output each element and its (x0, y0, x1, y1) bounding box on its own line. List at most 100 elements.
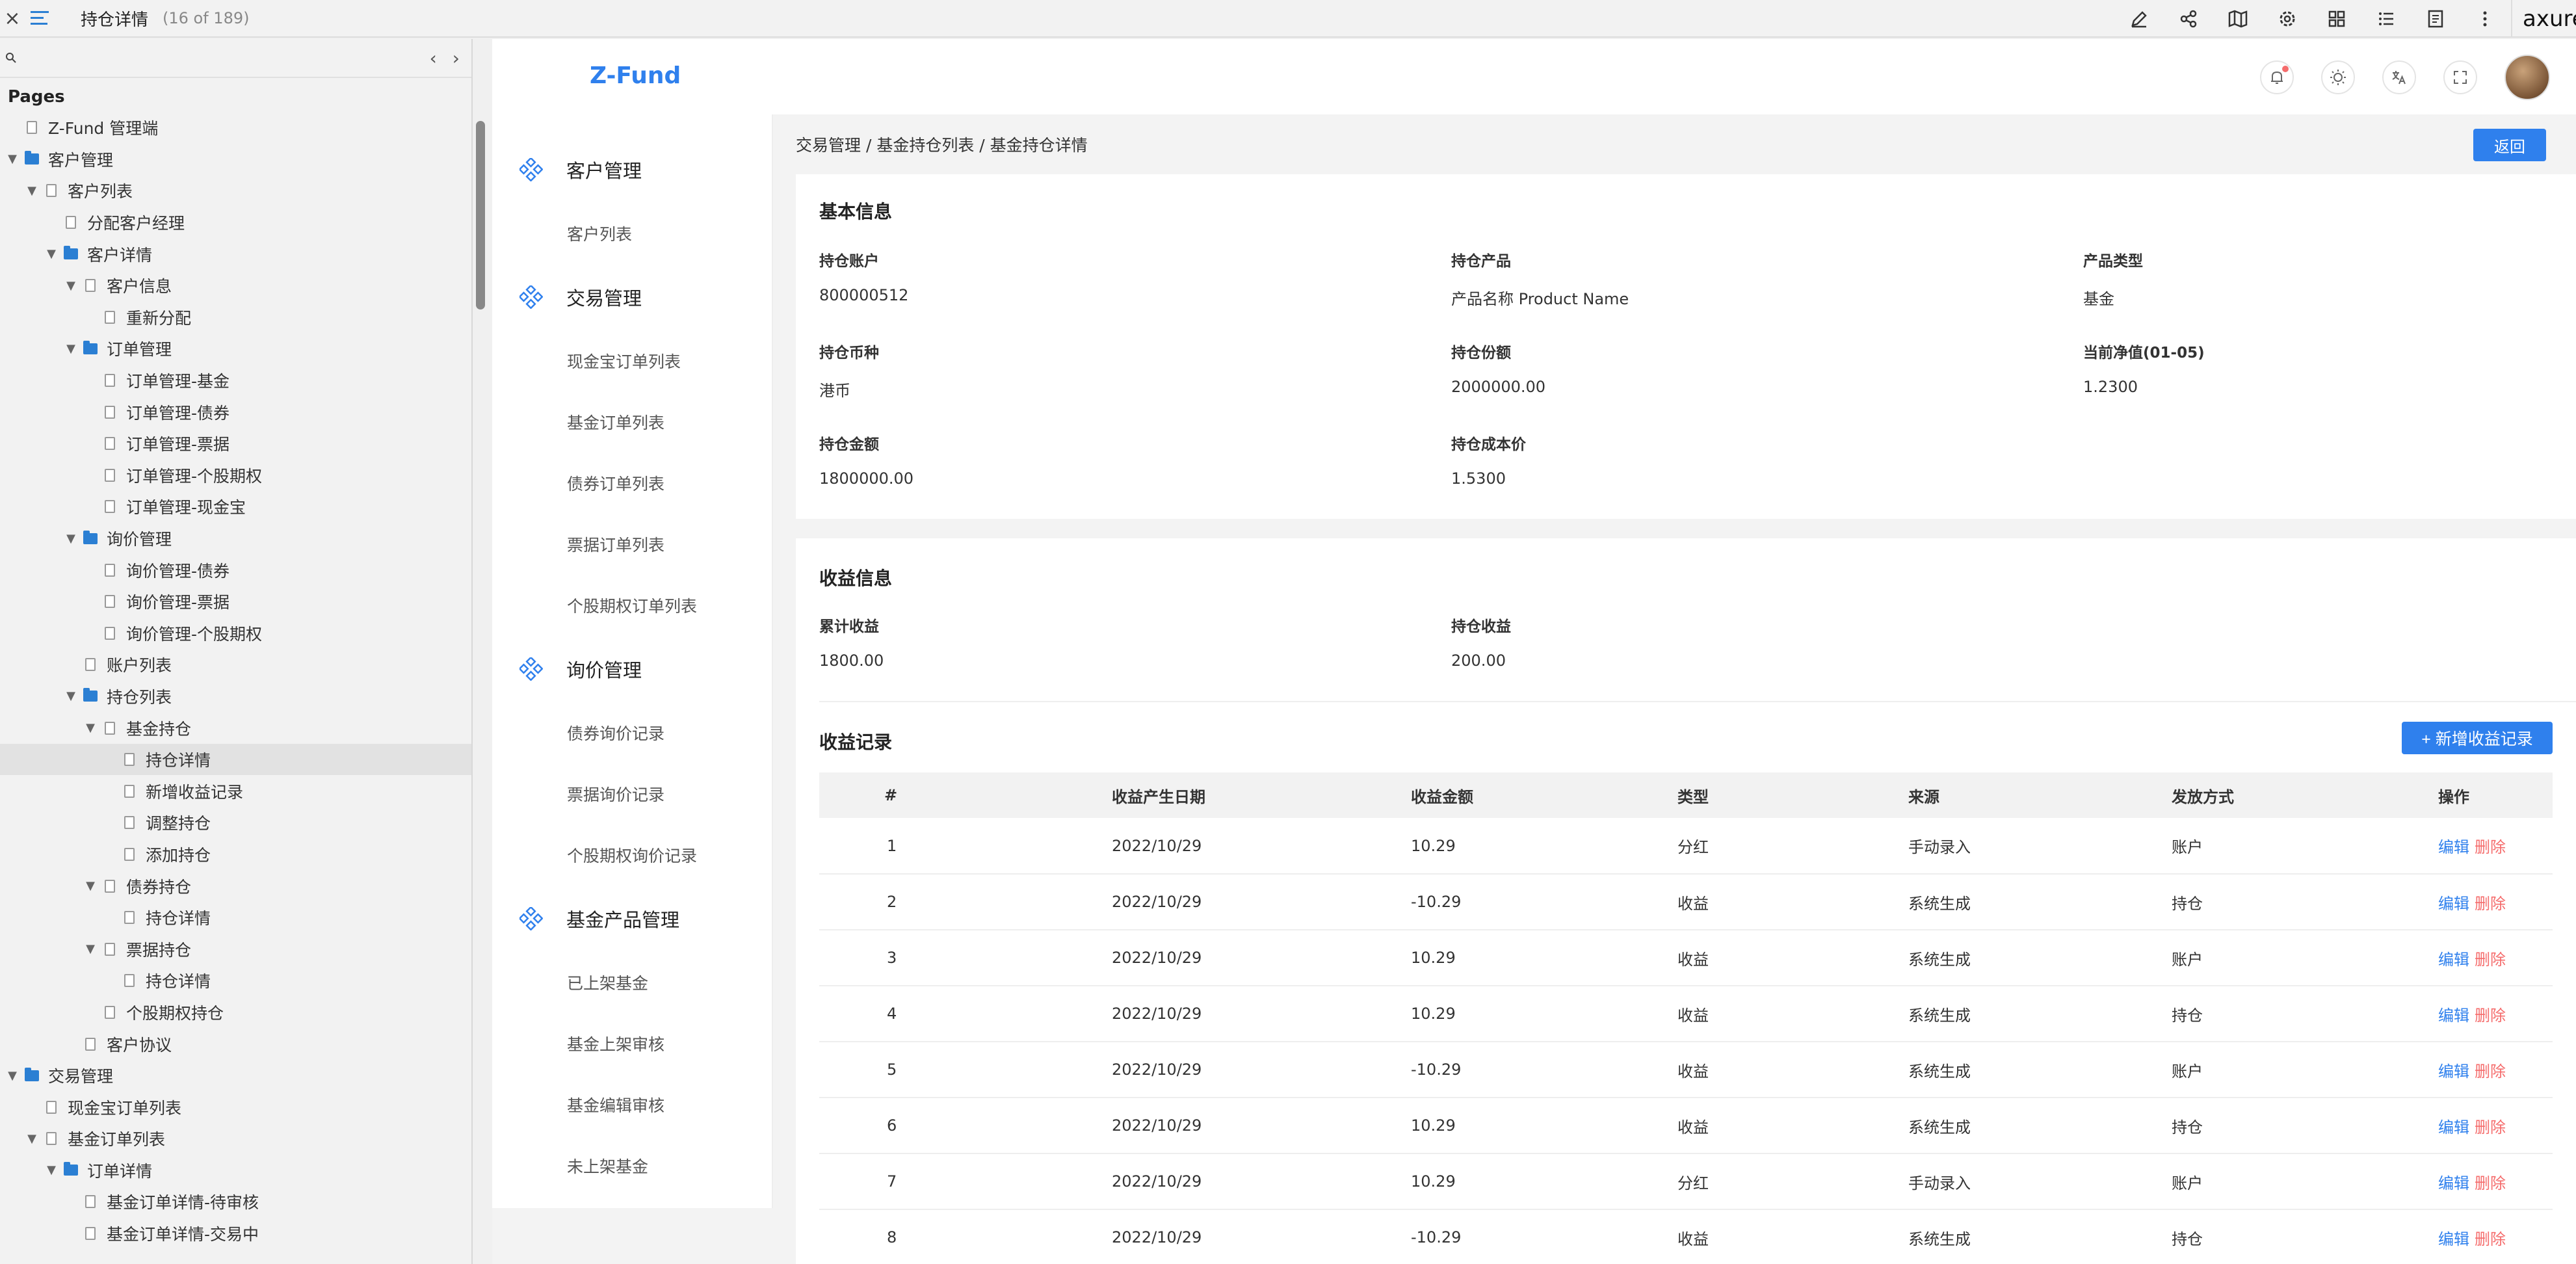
tree-item[interactable]: ▼ 基金持仓 (0, 712, 471, 744)
tree-item[interactable]: 询价管理-债券 (0, 554, 471, 586)
pages-menu-icon[interactable] (25, 9, 55, 27)
menu-group[interactable]: 询价管理 (492, 636, 772, 702)
tree-item[interactable]: 订单管理-债券 (0, 396, 471, 428)
tree-item[interactable]: 订单管理-个股期权 (0, 460, 471, 492)
tree-item[interactable]: 新增收益记录 (0, 775, 471, 807)
tree-item[interactable]: 持仓详情 (0, 902, 471, 934)
expand-caret-icon[interactable]: ▼ (81, 721, 100, 735)
tree-item[interactable]: 基金订单详情-交易中 (0, 1218, 471, 1250)
sun-icon[interactable] (2321, 60, 2355, 94)
menu-item[interactable]: 客户列表 (492, 203, 772, 264)
tree-item[interactable]: 订单管理-票据 (0, 428, 471, 460)
app-logo[interactable]: Z-Fund (590, 62, 681, 89)
expand-caret-icon[interactable]: ▼ (61, 342, 81, 356)
menu-item[interactable]: 基金订单列表 (492, 391, 772, 453)
tree-item[interactable]: ▼ 债券持仓 (0, 870, 471, 902)
tree-item[interactable]: 重新分配 (0, 302, 471, 334)
edit-link[interactable]: 编辑 (2438, 1174, 2469, 1192)
menu-group[interactable]: 客户管理 (492, 137, 772, 203)
delete-link[interactable]: 删除 (2475, 895, 2506, 913)
tree-item[interactable]: 添加持仓 (0, 839, 471, 871)
pages-scrollbar[interactable] (476, 121, 485, 309)
tree-item[interactable]: 调整持仓 (0, 807, 471, 839)
map-icon[interactable] (2225, 6, 2251, 32)
menu-item[interactable]: 基金上架审核 (492, 1013, 772, 1074)
share-icon[interactable] (2175, 6, 2201, 32)
menu-item[interactable]: 债券订单列表 (492, 453, 772, 514)
expand-caret-icon[interactable]: ▼ (61, 279, 81, 293)
tree-item[interactable]: 客户协议 (0, 1028, 471, 1060)
edit-link[interactable]: 编辑 (2438, 1007, 2469, 1025)
tree-item[interactable]: 持仓详情 (0, 965, 471, 997)
menu-item[interactable]: 个股期权询价记录 (492, 824, 772, 886)
menu-item[interactable]: 基金编辑审核 (492, 1074, 772, 1135)
next-page-button[interactable]: › (453, 47, 460, 69)
tree-item[interactable]: ▼ 订单详情 (0, 1155, 471, 1187)
edit-link[interactable]: 编辑 (2438, 838, 2469, 856)
expand-caret-icon[interactable]: ▼ (22, 184, 42, 198)
tree-item[interactable]: ▼ 基金订单列表 (0, 1123, 471, 1155)
expand-caret-icon[interactable]: ▼ (61, 689, 81, 703)
prev-page-button[interactable]: ‹ (430, 47, 437, 69)
expand-caret-icon[interactable]: ▼ (42, 1163, 61, 1177)
tree-item[interactable]: 现金宝订单列表 (0, 1091, 471, 1123)
tree-item[interactable]: 账户列表 (0, 649, 471, 681)
tree-item[interactable]: ▼ 客户详情 (0, 238, 471, 270)
expand-caret-icon[interactable]: ▼ (3, 152, 22, 166)
tree-item[interactable]: 订单管理-基金 (0, 365, 471, 397)
bell-icon[interactable] (2260, 60, 2294, 94)
menu-item[interactable]: 票据询价记录 (492, 763, 772, 824)
tree-item[interactable]: 订单管理-现金宝 (0, 491, 471, 523)
pages-search-input[interactable] (22, 45, 430, 71)
tree-item[interactable]: 持仓详情 (0, 743, 471, 776)
tree-item[interactable]: ▼ 票据持仓 (0, 933, 471, 965)
expand-caret-icon[interactable]: ▼ (61, 532, 81, 546)
menu-item[interactable]: 票据订单列表 (492, 514, 772, 575)
delete-link[interactable]: 删除 (2475, 1118, 2506, 1137)
delete-link[interactable]: 删除 (2475, 838, 2506, 856)
edit-link[interactable]: 编辑 (2438, 1062, 2469, 1081)
menu-group[interactable]: 基金产品管理 (492, 886, 772, 952)
list-icon[interactable] (2373, 6, 2399, 32)
tree-item[interactable]: ▼ 客户管理 (0, 144, 471, 176)
notes-icon[interactable] (2423, 6, 2449, 32)
settings-icon[interactable] (2274, 6, 2300, 32)
edit-link[interactable]: 编辑 (2438, 951, 2469, 969)
expand-caret-icon[interactable]: ▼ (81, 879, 100, 893)
expand-caret-icon[interactable]: ▼ (22, 1132, 42, 1146)
menu-item[interactable]: 个股期权订单列表 (492, 575, 772, 636)
add-income-record-button[interactable]: + 新增收益记录 (2402, 722, 2553, 754)
user-avatar[interactable] (2504, 55, 2550, 100)
expand-caret-icon[interactable]: ▼ (42, 247, 61, 261)
fullscreen-icon[interactable] (2443, 60, 2477, 94)
expand-caret-icon[interactable]: ▼ (3, 1069, 22, 1083)
edit-link[interactable]: 编辑 (2438, 1118, 2469, 1137)
tree-item[interactable]: 基金订单详情-待审核 (0, 1186, 471, 1218)
tree-item[interactable]: ▼ 询价管理 (0, 523, 471, 555)
tree-item[interactable]: 分配客户经理 (0, 207, 471, 239)
menu-item[interactable]: 未上架基金 (492, 1135, 772, 1196)
translate-icon[interactable] (2382, 60, 2416, 94)
tree-item[interactable]: ▼ 持仓列表 (0, 681, 471, 713)
delete-link[interactable]: 删除 (2475, 1062, 2506, 1081)
tree-item[interactable]: 个股期权持仓 (0, 997, 471, 1029)
close-icon[interactable]: × (0, 7, 25, 30)
tree-item[interactable]: ▼ 客户信息 (0, 270, 471, 302)
edit-link[interactable]: 编辑 (2438, 1230, 2469, 1248)
tree-item[interactable]: 询价管理-票据 (0, 586, 471, 618)
tree-item[interactable]: ▼ 交易管理 (0, 1060, 471, 1092)
expand-caret-icon[interactable]: ▼ (81, 942, 100, 956)
back-button[interactable]: 返回 (2473, 129, 2546, 161)
tree-item[interactable]: 询价管理-个股期权 (0, 618, 471, 650)
menu-group[interactable]: 交易管理 (492, 264, 772, 330)
menu-item[interactable]: 债券询价记录 (492, 702, 772, 763)
edit-icon[interactable] (2126, 6, 2152, 32)
more-icon[interactable] (2472, 6, 2498, 32)
delete-link[interactable]: 删除 (2475, 1007, 2506, 1025)
tree-item[interactable]: ▼ 订单管理 (0, 333, 471, 365)
delete-link[interactable]: 删除 (2475, 1230, 2506, 1248)
grid-icon[interactable] (2324, 6, 2350, 32)
menu-item[interactable]: 已上架基金 (492, 952, 772, 1013)
menu-item[interactable]: 现金宝订单列表 (492, 330, 772, 391)
delete-link[interactable]: 删除 (2475, 1174, 2506, 1192)
